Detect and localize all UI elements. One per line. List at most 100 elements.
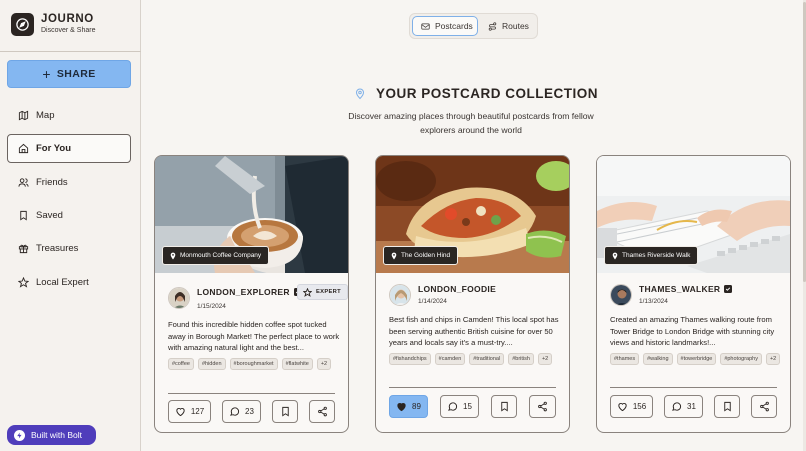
postcard[interactable]: The Golden Hind LONDON_FOODIE 1/14/2024 … <box>375 155 570 433</box>
page-subtitle: Discover amazing places through beautifu… <box>348 111 594 135</box>
tab-postcards[interactable]: Postcards <box>412 16 478 36</box>
card-divider <box>168 393 335 394</box>
mail-icon <box>421 23 430 29</box>
location-name: The Golden Hind <box>401 252 451 259</box>
heart-icon <box>618 402 627 412</box>
tab-routes[interactable]: Routes <box>487 16 529 36</box>
postcard-photo[interactable]: The Golden Hind <box>376 156 569 273</box>
tag[interactable]: #fishandchips <box>389 353 431 365</box>
tab-label: Postcards <box>435 21 473 31</box>
sidebar: JOURNO Discover & Share + SHARE Map For … <box>0 0 141 451</box>
comment-button[interactable]: 23 <box>222 400 261 423</box>
users-icon <box>18 178 29 187</box>
brand[interactable]: JOURNO Discover & Share <box>11 13 95 36</box>
comment-icon <box>672 402 682 411</box>
sidebar-item-label: Map <box>36 110 55 121</box>
username[interactable]: LONDON_EXPLORER <box>197 287 302 297</box>
save-button[interactable] <box>714 395 740 418</box>
location-tag[interactable]: Thames Riverside Walk <box>604 246 699 265</box>
comment-button[interactable]: 31 <box>664 395 703 418</box>
tag[interactable]: #traditional <box>469 353 505 365</box>
map-pin-icon <box>391 252 397 259</box>
app-root: JOURNO Discover & Share + SHARE Map For … <box>0 0 806 451</box>
tag[interactable]: #towerbridge <box>676 353 717 365</box>
save-button[interactable] <box>272 400 298 423</box>
tag[interactable]: #thames <box>610 353 640 365</box>
post-date: 1/15/2024 <box>197 303 226 310</box>
tag[interactable]: #british <box>508 353 534 365</box>
like-button[interactable]: 156 <box>610 395 653 418</box>
verified-icon <box>724 285 733 293</box>
more-tags[interactable]: +2 <box>316 358 332 370</box>
location-tag[interactable]: Monmouth Coffee Company <box>162 246 270 265</box>
tag[interactable]: #hidden <box>197 358 226 370</box>
tag[interactable]: #flatwhite <box>281 358 313 370</box>
like-button[interactable]: 127 <box>168 400 211 423</box>
comment-icon <box>230 407 240 416</box>
like-count: 89 <box>412 402 421 411</box>
avatar[interactable] <box>168 287 190 309</box>
sidebar-item-friends[interactable]: Friends <box>7 168 131 197</box>
postcard-text: Created an amazing Thames walking route … <box>610 315 775 347</box>
star-icon <box>303 287 312 297</box>
heart-icon <box>397 402 406 412</box>
more-tags[interactable]: +2 <box>765 353 781 365</box>
tab-label: Routes <box>502 21 529 31</box>
more-tags[interactable]: +2 <box>537 353 553 365</box>
star-icon <box>18 277 29 288</box>
share-icon <box>317 406 327 417</box>
gift-icon <box>18 244 29 254</box>
share-post-button[interactable] <box>309 400 335 423</box>
postcard-text: Found this incredible hidden coffee spot… <box>168 320 340 352</box>
save-button[interactable] <box>491 395 517 418</box>
username[interactable]: THAMES_WALKER <box>639 284 733 294</box>
postcard-photo[interactable]: Monmouth Coffee Company <box>155 156 348 273</box>
tag-list: #coffee #hidden #boroughmarket #flatwhit… <box>168 358 343 370</box>
comment-count: 15 <box>463 402 472 411</box>
sidebar-item-label: Friends <box>36 177 68 188</box>
sidebar-item-label: Saved <box>36 210 63 221</box>
tag[interactable]: #camden <box>434 353 466 365</box>
like-button[interactable]: 89 <box>389 395 428 418</box>
tag[interactable]: #photography <box>720 353 762 365</box>
comment-button[interactable]: 15 <box>440 395 479 418</box>
sidebar-item-treasures[interactable]: Treasures <box>7 234 131 263</box>
card-divider <box>610 387 777 388</box>
username-text: THAMES_WALKER <box>639 284 721 294</box>
share-post-button[interactable] <box>529 395 556 418</box>
share-button[interactable]: + SHARE <box>7 60 131 88</box>
postcard[interactable]: Monmouth Coffee Company LONDON_EXPLORER … <box>154 155 349 433</box>
tag[interactable]: #walking <box>643 353 673 365</box>
avatar[interactable] <box>389 284 411 306</box>
location-tag[interactable]: The Golden Hind <box>383 246 459 265</box>
bookmark-icon <box>281 406 289 417</box>
map-pin-icon <box>612 252 618 259</box>
sidebar-divider <box>0 51 141 52</box>
page-title: YOUR POSTCARD COLLECTION <box>354 86 598 101</box>
sidebar-item-for-you[interactable]: For You <box>7 134 131 163</box>
comment-icon <box>448 402 458 411</box>
location-name: Thames Riverside Walk <box>622 252 691 259</box>
username[interactable]: LONDON_FOODIE <box>418 284 496 294</box>
sidebar-item-map[interactable]: Map <box>7 101 131 130</box>
username-text: LONDON_EXPLORER <box>197 287 290 297</box>
share-button-label: SHARE <box>56 68 96 80</box>
post-date: 1/14/2024 <box>418 298 447 305</box>
postcard[interactable]: Thames Riverside Walk THAMES_WALKER 1/13… <box>596 155 791 433</box>
bookmark-icon <box>723 401 731 412</box>
postcard-text: Best fish and chips in Camden! This loca… <box>389 315 559 347</box>
brand-tagline: Discover & Share <box>41 27 96 34</box>
avatar[interactable] <box>610 284 632 306</box>
sidebar-item-label: Local Expert <box>36 277 89 288</box>
bolt-badge-label: Built with Bolt <box>31 430 83 440</box>
plus-icon: + <box>42 66 51 82</box>
built-with-bolt-badge[interactable]: Built with Bolt <box>7 425 96 445</box>
tag[interactable]: #coffee <box>168 358 194 370</box>
share-post-button[interactable] <box>751 395 777 418</box>
home-icon <box>18 143 29 154</box>
postcard-photo[interactable]: Thames Riverside Walk <box>597 156 790 273</box>
sidebar-item-saved[interactable]: Saved <box>7 201 131 230</box>
tag[interactable]: #boroughmarket <box>229 358 278 370</box>
sidebar-item-local-expert[interactable]: Local Expert <box>7 268 131 297</box>
location-name: Monmouth Coffee Company <box>180 252 262 259</box>
